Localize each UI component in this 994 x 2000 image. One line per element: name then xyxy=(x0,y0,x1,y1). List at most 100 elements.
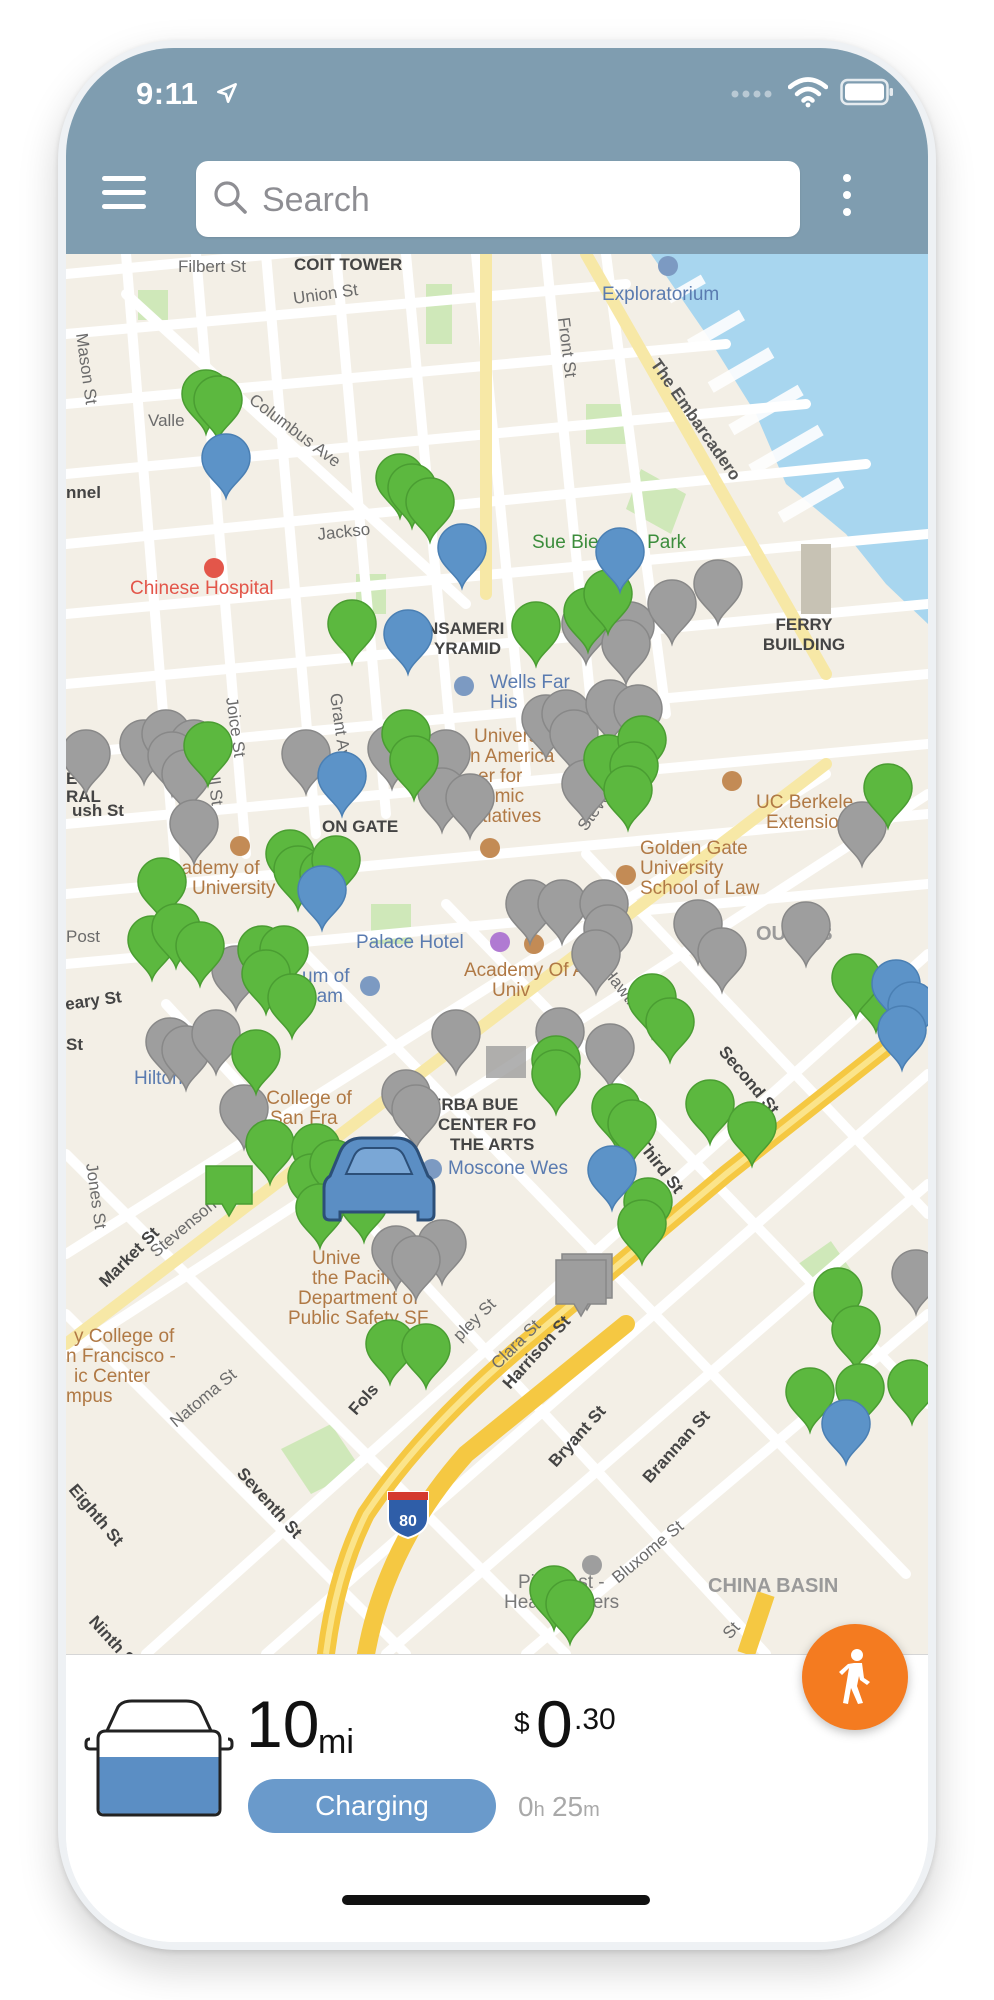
street-label: Eighth St xyxy=(66,1480,128,1550)
poi-label-wells-fargo: Wells Far xyxy=(490,672,571,693)
ferry-building-icon xyxy=(801,544,831,614)
interstate-80-shield-icon: 80 xyxy=(387,1491,429,1540)
map-pin-available[interactable] xyxy=(531,1049,581,1115)
street-label: Natoma St xyxy=(166,1365,240,1431)
poi-label-moscone: Moscone Wes xyxy=(448,1158,568,1179)
interstate-80-label: 80 xyxy=(399,1513,417,1530)
search-bar[interactable] xyxy=(196,161,800,237)
street-label: St xyxy=(66,1035,83,1054)
map-pin-reserved[interactable] xyxy=(317,751,367,817)
poi-label-hospital: Chinese Hospital xyxy=(130,578,274,599)
poi-label-pacific: Unive xyxy=(312,1248,361,1269)
street-label: Filbert St xyxy=(178,257,246,276)
map-pin-available[interactable] xyxy=(887,1359,928,1425)
charge-time-remaining: 0h 25m xyxy=(518,1791,600,1823)
landmark-label: ERBA BUE xyxy=(430,1095,518,1114)
app-screen: 9:11 Search 80 Filbert St Union St Mason… xyxy=(66,48,928,1942)
landmark-label: BUILDING xyxy=(763,635,845,654)
walk-mode-button[interactable] xyxy=(802,1624,908,1730)
poi-label-wells-fargo: His xyxy=(490,692,517,713)
school-icon-initiatives xyxy=(480,838,500,858)
location-arrow-icon xyxy=(217,83,237,103)
range-unit: mi xyxy=(318,1723,354,1761)
street-label: Post xyxy=(66,927,100,946)
time-minutes: 25 xyxy=(551,1791,584,1822)
street-label: eary St xyxy=(66,987,123,1014)
wifi-icon xyxy=(788,77,828,108)
street-label: Ninth S xyxy=(85,1612,139,1654)
hotel-icon xyxy=(490,932,510,952)
landmark-label: NSAMERI xyxy=(426,619,504,638)
battery-icon xyxy=(840,78,893,106)
poi-label-city-college-civic: n Francisco - xyxy=(66,1346,176,1367)
map-canvas[interactable]: 80 Filbert St Union St Mason St Valle Co… xyxy=(66,254,928,1654)
home-indicator[interactable] xyxy=(342,1895,650,1905)
street-label: Seventh St xyxy=(233,1464,306,1542)
search-icon xyxy=(214,181,247,214)
poi-label-academy: University xyxy=(192,878,276,899)
map-pin-reserved[interactable] xyxy=(877,1005,927,1071)
map-pin-available[interactable] xyxy=(401,1323,451,1389)
street-label: Valle xyxy=(148,411,185,430)
map-pin-available[interactable] xyxy=(193,375,243,441)
cost-currency: $ xyxy=(514,1707,530,1738)
landmark-label: ON GATE xyxy=(322,817,398,836)
poi-label-pacific: Department of xyxy=(298,1288,419,1309)
poi-label-exploratorium: Exploratorium xyxy=(602,284,719,305)
street-label: Mason St xyxy=(72,332,101,406)
walking-person-icon xyxy=(839,1649,870,1704)
map-pin-available[interactable] xyxy=(645,997,695,1063)
poi-label-palace-hotel: Palace Hotel xyxy=(356,932,464,953)
charging-status-button[interactable]: Charging xyxy=(248,1779,496,1833)
poi-label-pacific: Public Safety SF xyxy=(288,1308,428,1329)
time-hours: 0 xyxy=(518,1791,534,1822)
poi-label-golden-gate: Golden Gate xyxy=(640,838,748,859)
top-bar: 9:11 xyxy=(66,48,928,254)
map-pin-reserved[interactable] xyxy=(821,1399,871,1465)
landmark-label: THE ARTS xyxy=(450,1135,534,1154)
map-pin-unavailable[interactable] xyxy=(891,1249,928,1315)
map-view[interactable]: 80 Filbert St Union St Mason St Valle Co… xyxy=(66,254,928,1654)
poi-label-golden-gate: School of Law xyxy=(640,878,760,899)
search-input[interactable] xyxy=(260,173,784,227)
more-options-icon[interactable] xyxy=(840,174,854,216)
map-pin-available[interactable] xyxy=(267,973,317,1039)
vehicle-status-panel: 10 mi $ 0 .30 Charging 0h 25m xyxy=(66,1654,928,1942)
museum-icon-wells xyxy=(454,676,474,696)
time-hours-unit: h xyxy=(533,1799,545,1821)
museum-icon xyxy=(658,256,678,276)
cost-cents: .30 xyxy=(574,1703,616,1736)
neighborhood-label: CHINA BASIN xyxy=(708,1575,838,1597)
landmark-label: FERRY xyxy=(776,615,834,634)
map-pin-reserved[interactable] xyxy=(201,433,251,499)
school-icon-ggu xyxy=(616,865,636,885)
museum-icon-sfmoma xyxy=(360,976,380,996)
poi-label-city-college-civic: mpus xyxy=(66,1386,112,1407)
status-time: 9:11 xyxy=(136,76,199,111)
poi-label-golden-gate: University xyxy=(640,858,724,879)
map-pin-unavailable[interactable] xyxy=(445,773,495,839)
map-pin-reserved[interactable] xyxy=(297,865,347,931)
poi-label-berkeley: UC Berkele xyxy=(756,792,853,813)
map-pin-unavailable[interactable] xyxy=(781,901,831,967)
street-label: Fols xyxy=(345,1380,383,1419)
hospital-icon xyxy=(204,558,224,578)
school-icon-berkeley xyxy=(722,771,742,791)
map-pin-unavailable[interactable] xyxy=(693,559,743,625)
hamburger-menu-icon[interactable] xyxy=(102,174,146,210)
poi-label-city-college-civic: y College of xyxy=(74,1326,175,1347)
map-pin-reserved[interactable] xyxy=(383,609,433,675)
map-pin-available[interactable] xyxy=(603,765,653,831)
poi-label-berkeley: Extensio xyxy=(766,812,839,833)
car-icon xyxy=(84,1699,234,1817)
landmark-label: COIT TOWER xyxy=(294,255,402,274)
map-pin-unavailable[interactable] xyxy=(585,1023,635,1089)
street-label: Jones St xyxy=(82,1162,110,1230)
cellular-signal-icon xyxy=(731,90,772,98)
yerba-buena-building-icon xyxy=(486,1046,526,1078)
poi-label-city-college-civic: ic Center xyxy=(74,1366,151,1387)
time-minutes-unit: m xyxy=(583,1799,600,1821)
current-car-marker-icon[interactable] xyxy=(322,1136,436,1222)
school-icon-academy xyxy=(230,836,250,856)
landmark-label: YRAMID xyxy=(434,639,501,658)
